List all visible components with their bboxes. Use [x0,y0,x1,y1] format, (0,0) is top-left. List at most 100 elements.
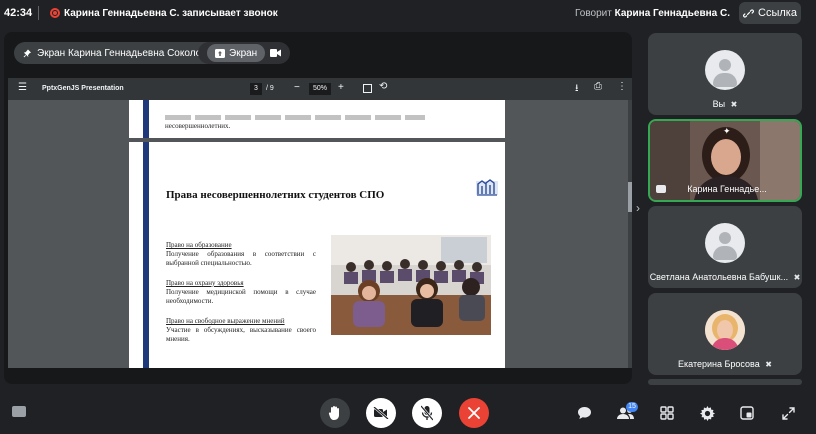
page-number-input[interactable]: 3 [250,83,262,95]
pdf-title: PptxGenJS Presentation [42,85,124,92]
camera-toggle-button[interactable] [366,398,396,428]
participant-name: Екатерина Бросова [678,359,760,369]
zoom-in-icon[interactable]: + [338,82,344,93]
camera-icon [270,49,282,57]
gear-icon [699,405,715,421]
avatar-body [713,246,737,260]
picture-in-picture-button[interactable] [738,404,756,422]
section-body: Участие в обсуждениях, высказывание свое… [166,326,316,343]
print-icon[interactable]: ⎙ [594,81,602,92]
hand-icon [328,406,339,420]
pdf-viewer: ☰ PptxGenJS Presentation 3 / 9 − 50% + ⟲… [8,78,632,368]
mic-off-icon [421,405,433,421]
call-timer: 42:34 [4,7,33,19]
participants-count-badge: 15 [626,402,638,412]
recording-status: Карина Геннадьевна С. записывает звонок [64,8,278,19]
previous-slide: несовершеннолетних. [129,100,505,138]
microphone-toggle-button[interactable] [412,398,442,428]
screen-tag-label: Экран [229,47,258,59]
page-total: / 9 [266,85,274,92]
camera-off-icon [373,407,389,419]
avatar-head [719,232,731,244]
expand-icon [781,406,795,420]
link-icon [743,8,754,18]
screen-share-status-icon[interactable] [12,406,26,417]
copy-link-label: Ссылка [758,7,797,19]
rotate-icon[interactable]: ⟲ [379,81,387,92]
participant-name-row: Вы ✖ [648,99,802,109]
participant-tile-karina[interactable]: ✦ Карина Геннадье... [648,119,802,202]
clipped-text-line [165,115,425,120]
participant-tile-next [648,379,802,385]
pin-icon [23,48,32,57]
pip-icon [740,406,754,420]
chat-button[interactable] [575,404,593,422]
right-education-section: Право на образование Получение образован… [166,241,316,268]
chat-icon [577,407,591,419]
fullscreen-button[interactable] [779,404,797,422]
grid-icon [660,406,674,420]
end-call-button[interactable] [459,398,489,428]
download-icon[interactable]: ⭳ [575,81,579,98]
pin-icon[interactable]: ✦ [723,126,731,137]
college-logo-icon [473,177,501,199]
active-speaker-name: Карина Геннадьевна С. [614,8,730,19]
participant-name-row: Екатерина Бросова ✖ [648,359,802,369]
participant-name: Вы [712,99,726,109]
right-health-section: Право на охрану здоровья Получение медиц… [166,279,316,306]
section-heading: Право на охрану здоровья [166,279,244,287]
participant-tile-self[interactable]: Вы ✖ [648,33,802,115]
mic-off-icon: ✖ [730,100,738,109]
screen-owner-label: Экран Карина Геннадьевна Соколова [37,47,212,59]
section-body: Получение медицинской помощи в случае не… [166,288,316,305]
layout-grid-button[interactable] [658,404,676,422]
section-heading: Право на образование [166,241,232,249]
zoom-out-icon[interactable]: − [294,82,300,93]
slide-accent-bar [143,142,149,368]
copy-link-button[interactable]: Ссылка [739,2,801,24]
settings-button[interactable] [698,404,716,422]
slide-title: Права несовершеннолетних студентов СПО [166,189,385,201]
raise-hand-button[interactable] [320,398,350,428]
participant-name-row: Карина Геннадье... [650,184,800,194]
previous-slide-text: несовершеннолетних. [165,122,231,130]
call-controls-bar: 15 [0,392,816,434]
participant-tile-ekaterina[interactable]: Екатерина Бросова ✖ [648,293,802,375]
slide-accent-bar [143,100,149,138]
students-classroom-photo [331,235,491,335]
screen-share-icon [215,48,225,58]
divider [38,6,39,20]
screen-share-stage: Экран Карина Геннадьевна Соколова Экран … [4,32,632,384]
avatar-head [719,59,731,71]
participant-tile-svetlana[interactable]: Светлана Анатольевна Бабушк... ✖ [648,206,802,288]
mic-off-icon: ✖ [793,273,801,282]
active-speaker-label: Говорит [575,8,612,19]
section-body: Получение образования в соответствии с в… [166,250,316,267]
active-speaker: Говорит Карина Геннадьевна С. [575,8,730,19]
zoom-input[interactable]: 50% [309,83,331,95]
recording-icon [50,8,60,18]
pin-screen-chip[interactable]: Экран Карина Геннадьевна Соколова [14,42,221,64]
section-heading: Право на свободное выражение мнений [166,317,285,325]
chevron-right-icon[interactable]: › [636,201,640,215]
top-bar: 42:34 Карина Геннадьевна С. записывает з… [0,0,816,26]
right-expression-section: Право на свободное выражение мнений Учас… [166,317,316,344]
avatar-body [713,73,737,87]
participant-name: Карина Геннадье... [687,184,767,194]
participant-name-row: Светлана Анатольевна Бабушк... ✖ [648,272,802,282]
screen-view-chip[interactable]: Экран [198,42,291,64]
fit-page-icon[interactable] [363,84,372,93]
participant-name: Светлана Анатольевна Бабушк... [649,272,789,282]
mic-off-icon: ✖ [765,360,772,369]
close-icon [468,407,480,419]
menu-icon[interactable]: ☰ [18,83,27,93]
pdf-scrollbar-thumb[interactable] [628,182,632,212]
pdf-toolbar: ☰ PptxGenJS Presentation 3 / 9 − 50% + ⟲… [8,78,632,100]
pdf-scrollbar[interactable] [628,100,632,368]
avatar [705,50,745,90]
avatar [705,310,745,350]
avatar [705,223,745,263]
current-slide: Права несовершеннолетних студентов СПО П… [129,142,505,368]
screen-tag: Экран [207,44,266,62]
more-options-icon[interactable]: ⋮ [617,81,627,92]
